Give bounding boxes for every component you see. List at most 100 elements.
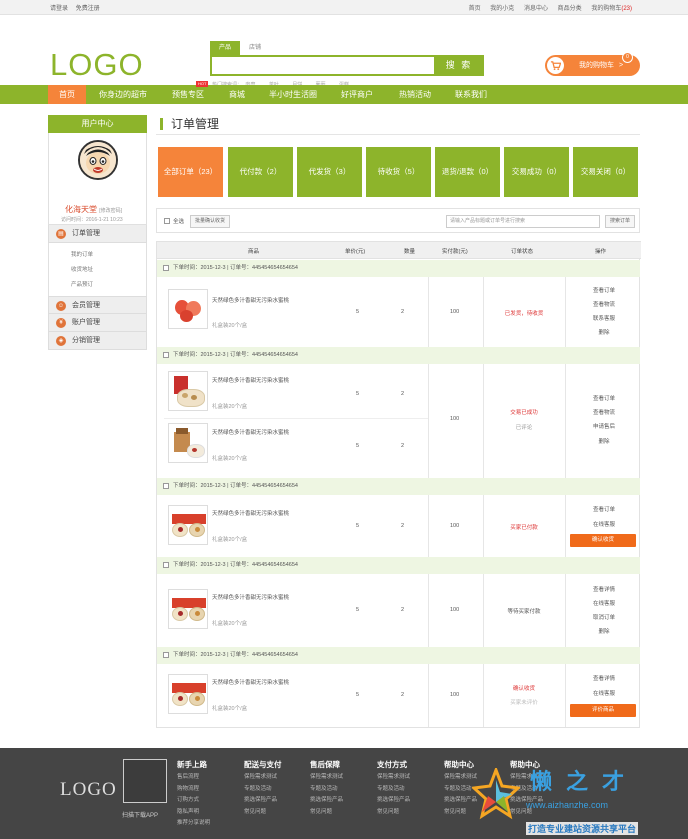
tab-closed[interactable]: 交易关闭（0）	[573, 147, 638, 197]
confirm-receipt-button[interactable]: 确认收货	[570, 534, 636, 547]
sidebar-item-my-orders[interactable]: 我的订单	[71, 248, 146, 263]
order-search-button[interactable]: 搜索订单	[605, 215, 636, 228]
product-name[interactable]: 天然绿色多汁香甜无污染水蜜桃	[212, 376, 289, 384]
product-image[interactable]	[168, 505, 208, 545]
footer-link[interactable]: 专题及活动	[377, 784, 410, 796]
nav-item-top-merchants[interactable]: 好评商户	[332, 85, 382, 104]
footer-link[interactable]: 购物流程	[177, 784, 210, 796]
product-image[interactable]	[168, 289, 208, 329]
order-checkbox[interactable]	[163, 483, 169, 489]
order-checkbox[interactable]	[163, 265, 169, 271]
action-cancel-order[interactable]: 取消订单	[569, 613, 639, 621]
batch-confirm-button[interactable]: 批量确认收货	[190, 215, 231, 228]
action-view-logistics[interactable]: 查看物流	[569, 300, 639, 308]
cart-button[interactable]: 我的购物车 > 0	[545, 52, 640, 76]
product-image[interactable]	[168, 371, 208, 411]
sidebar-order-submenu: 我的订单 收货地址 产品预订	[48, 243, 147, 296]
top-link-cart[interactable]: 我的购物车(23)	[591, 6, 632, 12]
search-button[interactable]: 搜 索	[434, 55, 484, 76]
order-search-input[interactable]: 请输入产品标题或订单号进行搜索	[446, 215, 600, 228]
action-delete[interactable]: 删除	[569, 437, 639, 445]
search-tab-products[interactable]: 产品	[210, 41, 240, 55]
avatar[interactable]	[78, 140, 118, 180]
product-name[interactable]: 天然绿色多汁香甜无污染水蜜桃	[212, 509, 289, 517]
search-tab-shops[interactable]: 店铺	[240, 41, 270, 55]
action-delete[interactable]: 删除	[569, 328, 639, 336]
tab-returns[interactable]: 退货/退款（0）	[435, 147, 500, 197]
action-online-service[interactable]: 在线客服	[569, 520, 639, 528]
order-checkbox[interactable]	[163, 562, 169, 568]
tab-pending-receipt[interactable]: 待收货（5）	[366, 147, 431, 197]
select-all-checkbox[interactable]	[164, 218, 170, 224]
footer-link[interactable]: 推荐分享说明	[177, 818, 210, 830]
edit-password-link[interactable]: [修改密码]	[99, 208, 122, 214]
action-view-order[interactable]: 查看订单	[569, 505, 639, 513]
footer-link[interactable]: 隐私声明	[177, 807, 210, 819]
sidebar-section-members[interactable]: ☺ 会员管理	[48, 296, 147, 314]
footer-link[interactable]: 常见问题	[244, 807, 282, 819]
product-image[interactable]	[168, 674, 208, 714]
sidebar-item-preorders[interactable]: 产品预订	[71, 278, 146, 293]
footer-col-title: 配送与支付	[244, 760, 282, 769]
product-name[interactable]: 天然绿色多汁香甜无污染水蜜桃	[212, 428, 289, 436]
top-link-messages[interactable]: 消息中心	[524, 6, 548, 12]
sidebar-section-orders[interactable]: ▤ 订单管理	[48, 225, 147, 243]
product-name[interactable]: 天然绿色多汁香甜无污染水蜜桃	[212, 296, 289, 304]
order-info: 下单时间：2015-12-3 | 订单号：445454654654654	[173, 265, 298, 271]
footer-link[interactable]: 挑选保险产品	[244, 795, 282, 807]
footer-link[interactable]: 常见问题	[377, 807, 410, 819]
footer-link[interactable]: 常见问题	[310, 807, 343, 819]
product-image[interactable]	[168, 589, 208, 629]
register-link[interactable]: 免费注册	[76, 6, 100, 12]
footer-link[interactable]: 挑选保险产品	[377, 795, 410, 807]
action-online-service[interactable]: 在线客服	[569, 689, 639, 697]
tab-pending-payment[interactable]: 代付款（2）	[228, 147, 293, 197]
sidebar-section-distribution[interactable]: ◈ 分销管理	[48, 332, 147, 350]
nav-item-home[interactable]: 首页	[48, 85, 86, 104]
order-checkbox[interactable]	[163, 652, 169, 658]
nav-item-promotions[interactable]: 热销活动	[390, 85, 440, 104]
footer-link[interactable]: 保险需求测试	[377, 772, 410, 784]
action-online-service[interactable]: 在线客服	[569, 599, 639, 607]
action-contact-service[interactable]: 联系客服	[569, 314, 639, 322]
product-name[interactable]: 天然绿色多汁香甜无污染水蜜桃	[212, 678, 289, 686]
footer-link[interactable]: 挑选保险产品	[310, 795, 343, 807]
action-delete[interactable]: 删除	[569, 627, 639, 635]
site-logo[interactable]: LOGO	[50, 47, 144, 83]
quantity: 2	[401, 523, 405, 529]
footer-link[interactable]: 专题及活动	[244, 784, 282, 796]
product-image[interactable]	[168, 423, 208, 463]
order-checkbox[interactable]	[163, 352, 169, 358]
action-view-order[interactable]: 查看订单	[569, 394, 639, 402]
action-view-order[interactable]: 查看订单	[569, 286, 639, 294]
tab-all-orders[interactable]: 全部订单（23）	[158, 147, 223, 197]
tab-pending-shipment[interactable]: 代发货（3）	[297, 147, 362, 197]
sidebar-item-addresses[interactable]: 收货地址	[71, 263, 146, 278]
top-link-categories[interactable]: 商品分类	[558, 6, 582, 12]
sidebar-section-label: 订单管理	[72, 230, 100, 237]
footer-logo: LOGO	[60, 779, 117, 800]
nav-item-mall[interactable]: 商城	[219, 85, 255, 104]
footer-link[interactable]: 售后流程	[177, 772, 210, 784]
tab-completed[interactable]: 交易成功（0）	[504, 147, 569, 197]
nav-item-presale[interactable]: 预售专区	[163, 85, 213, 104]
footer-link[interactable]: 订购方式	[177, 795, 210, 807]
nav-item-contact[interactable]: 联系我们	[447, 85, 495, 104]
footer-link[interactable]: 保险需求测试	[244, 772, 282, 784]
action-view-details[interactable]: 查看详情	[569, 674, 639, 682]
action-apply-after-sale[interactable]: 申请售后	[569, 422, 639, 430]
product-name[interactable]: 天然绿色多汁香甜无污染水蜜桃	[212, 593, 289, 601]
top-link-home[interactable]: 首页	[469, 6, 481, 12]
footer-link[interactable]: 保险需求测试	[310, 772, 343, 784]
review-product-button[interactable]: 评价商品	[570, 704, 636, 717]
top-link-my-account[interactable]: 我的小克	[490, 6, 514, 12]
nav-item-supermarket[interactable]: 你身边的超市	[92, 85, 154, 104]
footer-link[interactable]: 专题及活动	[310, 784, 343, 796]
login-link[interactable]: 请登录	[50, 6, 68, 12]
action-view-logistics[interactable]: 查看物流	[569, 408, 639, 416]
action-view-details[interactable]: 查看详情	[569, 585, 639, 593]
nav-item-half-hour[interactable]: 半小时生活圈	[262, 85, 324, 104]
column-header: 订单状态	[511, 249, 534, 255]
footer-col-newbie: 新手上路 售后流程 购物流程 订购方式 隐私声明 推荐分享说明	[177, 759, 210, 830]
sidebar-section-account[interactable]: ¥ 账户管理	[48, 314, 147, 332]
